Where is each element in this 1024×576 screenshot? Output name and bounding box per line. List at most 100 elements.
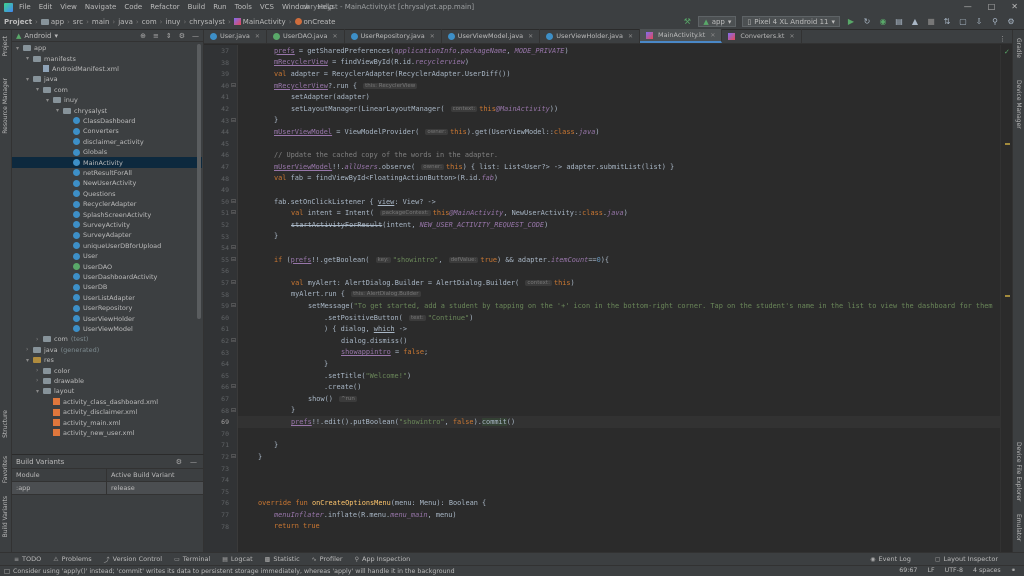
tree-item[interactable]: ▾ java (12, 74, 202, 84)
tree-item[interactable]: UserListAdapter (12, 293, 202, 303)
run-config-select[interactable]: ▲ app ▾ (698, 16, 737, 27)
tree-item[interactable]: activity_class_dashboard.xml (12, 397, 202, 407)
line-number[interactable]: 66 (221, 383, 229, 391)
line-number[interactable]: 38 (221, 59, 229, 67)
breadcrumb-java[interactable]: java (118, 18, 133, 26)
tree-item[interactable]: ▾ manifests (12, 53, 202, 63)
menu-tools[interactable]: Tools (235, 3, 252, 11)
fold-icon[interactable]: ⊟ (231, 337, 236, 344)
tree-item[interactable]: activity_disclaimer.xml (12, 407, 202, 417)
line-number[interactable]: 69 (221, 418, 229, 426)
tree-item[interactable]: ClassDashboard (12, 116, 202, 126)
chevron-icon[interactable]: › (26, 346, 33, 353)
tool-device-file-explorer[interactable]: Device File Explorer (1015, 442, 1022, 501)
tree-item[interactable]: netResultForAll (12, 168, 202, 178)
sdk-manager-icon[interactable]: ⇩ (974, 17, 984, 26)
line-number[interactable]: 49 (221, 186, 229, 194)
tree-item[interactable]: NewUserActivity (12, 178, 202, 188)
code-area[interactable]: prefs = getSharedPreferences(application… (238, 45, 1000, 552)
chevron-icon[interactable]: ▾ (16, 45, 23, 52)
chevron-icon[interactable]: ▾ (36, 86, 43, 93)
tool-emulator[interactable]: Emulator (1015, 514, 1022, 541)
tool-version-control[interactable]: ⤴ Version Control (104, 555, 162, 564)
line-number[interactable]: 40 (221, 82, 229, 90)
expand-all-icon[interactable]: ⇕ (166, 32, 172, 40)
line-number[interactable]: 41 (221, 93, 229, 101)
tool-favorites[interactable]: Favorites (2, 456, 9, 483)
gear-icon[interactable]: ⚙ (179, 32, 185, 40)
line-number[interactable]: 56 (221, 267, 229, 275)
tab-converters-kt[interactable]: Converters.kt ✕ (722, 29, 802, 43)
close-icon[interactable]: ✕ (430, 33, 435, 40)
tree-item[interactable]: Converters (12, 126, 202, 136)
tool-terminal[interactable]: ▭ Terminal (174, 555, 210, 563)
hide-icon[interactable]: — (190, 458, 197, 466)
line-number[interactable]: 68 (221, 407, 229, 415)
line-number[interactable]: 70 (221, 430, 229, 438)
tree-item[interactable]: MainActivity (12, 157, 202, 168)
file-encoding[interactable]: UTF-8 (945, 567, 963, 574)
close-icon[interactable]: ✕ (710, 32, 715, 39)
line-number[interactable]: 44 (221, 128, 229, 136)
chevron-icon[interactable]: ▾ (46, 97, 53, 104)
maximize-icon[interactable]: □ (988, 2, 996, 11)
variant-cell[interactable]: release (107, 484, 135, 492)
line-number[interactable]: 53 (221, 233, 229, 241)
line-number[interactable]: 75 (221, 488, 229, 496)
line-number[interactable]: 58 (221, 291, 229, 299)
line-number[interactable]: 52 (221, 221, 229, 229)
tree-item[interactable]: UserRepository (12, 303, 202, 313)
line-number[interactable]: 39 (221, 70, 229, 78)
tool-gradle[interactable]: Gradle (1015, 38, 1022, 58)
hide-icon[interactable]: — (192, 32, 199, 40)
fold-icon[interactable]: ⊟ (231, 117, 236, 124)
tool-structure[interactable]: Structure (2, 410, 9, 438)
tree-item[interactable]: UserViewModel (12, 324, 202, 334)
gear-icon[interactable]: ⚙ (176, 458, 182, 466)
close-icon[interactable]: ✕ (255, 33, 260, 40)
tool-problems[interactable]: ⚠ Problems (53, 555, 91, 563)
tree-item[interactable]: activity_main.xml (12, 417, 202, 427)
line-number[interactable]: 61 (221, 325, 229, 333)
line-number[interactable]: 51 (221, 209, 229, 217)
line-number[interactable]: 45 (221, 140, 229, 148)
tree-item[interactable]: uniqueUserDBforUpload (12, 241, 202, 251)
line-number[interactable]: 47 (221, 163, 229, 171)
fold-icon[interactable]: ⊟ (231, 407, 236, 414)
tree-item[interactable]: › color (12, 365, 202, 375)
lock-icon[interactable]: ⚭ (1011, 567, 1016, 574)
line-number[interactable]: 78 (221, 523, 229, 531)
breadcrumb-project[interactable]: Project (4, 18, 32, 26)
menu-run[interactable]: Run (213, 3, 226, 11)
menu-navigate[interactable]: Navigate (85, 3, 116, 11)
stop-icon[interactable]: ■ (926, 17, 936, 26)
close-icon[interactable]: ✕ (789, 33, 794, 40)
locate-icon[interactable]: ⊕ (140, 32, 146, 40)
device-manager-icon[interactable]: ▢ (958, 17, 968, 26)
tool-logcat[interactable]: ▤ Logcat (222, 555, 252, 563)
chevron-down-icon[interactable]: ▾ (54, 32, 58, 40)
chevron-icon[interactable]: ▾ (26, 357, 33, 364)
close-icon[interactable]: ✕ (333, 33, 338, 40)
tool-resource-manager[interactable]: Resource Manager (2, 78, 9, 134)
fold-icon[interactable]: ⊟ (231, 453, 236, 460)
tree-item[interactable]: › drawable (12, 376, 202, 386)
fold-icon[interactable]: ⊟ (231, 244, 236, 251)
breadcrumb-chrysalyst[interactable]: chrysalyst (189, 18, 225, 26)
line-number[interactable]: 76 (221, 499, 229, 507)
menu-refactor[interactable]: Refactor (150, 3, 179, 11)
tree-item[interactable]: SplashScreenActivity (12, 209, 202, 219)
table-row[interactable]: :app release (12, 482, 203, 495)
tab-list-icon[interactable]: ⋮ (999, 35, 1012, 43)
line-number[interactable]: 67 (221, 395, 229, 403)
tool-build-variants[interactable]: Build Variants (2, 496, 9, 537)
sync-icon[interactable]: ⇅ (942, 17, 952, 26)
tab-userviewholder-java[interactable]: UserViewHolder.java ✕ (540, 29, 641, 43)
chevron-icon[interactable]: › (36, 336, 43, 343)
debug-icon[interactable]: ◉ (878, 17, 888, 26)
column-header-variant[interactable]: Active Build Variant (107, 471, 175, 479)
fold-icon[interactable]: ⊟ (231, 82, 236, 89)
line-number[interactable]: 46 (221, 151, 229, 159)
line-number[interactable]: 60 (221, 314, 229, 322)
project-view-selector[interactable]: Android (24, 32, 51, 40)
